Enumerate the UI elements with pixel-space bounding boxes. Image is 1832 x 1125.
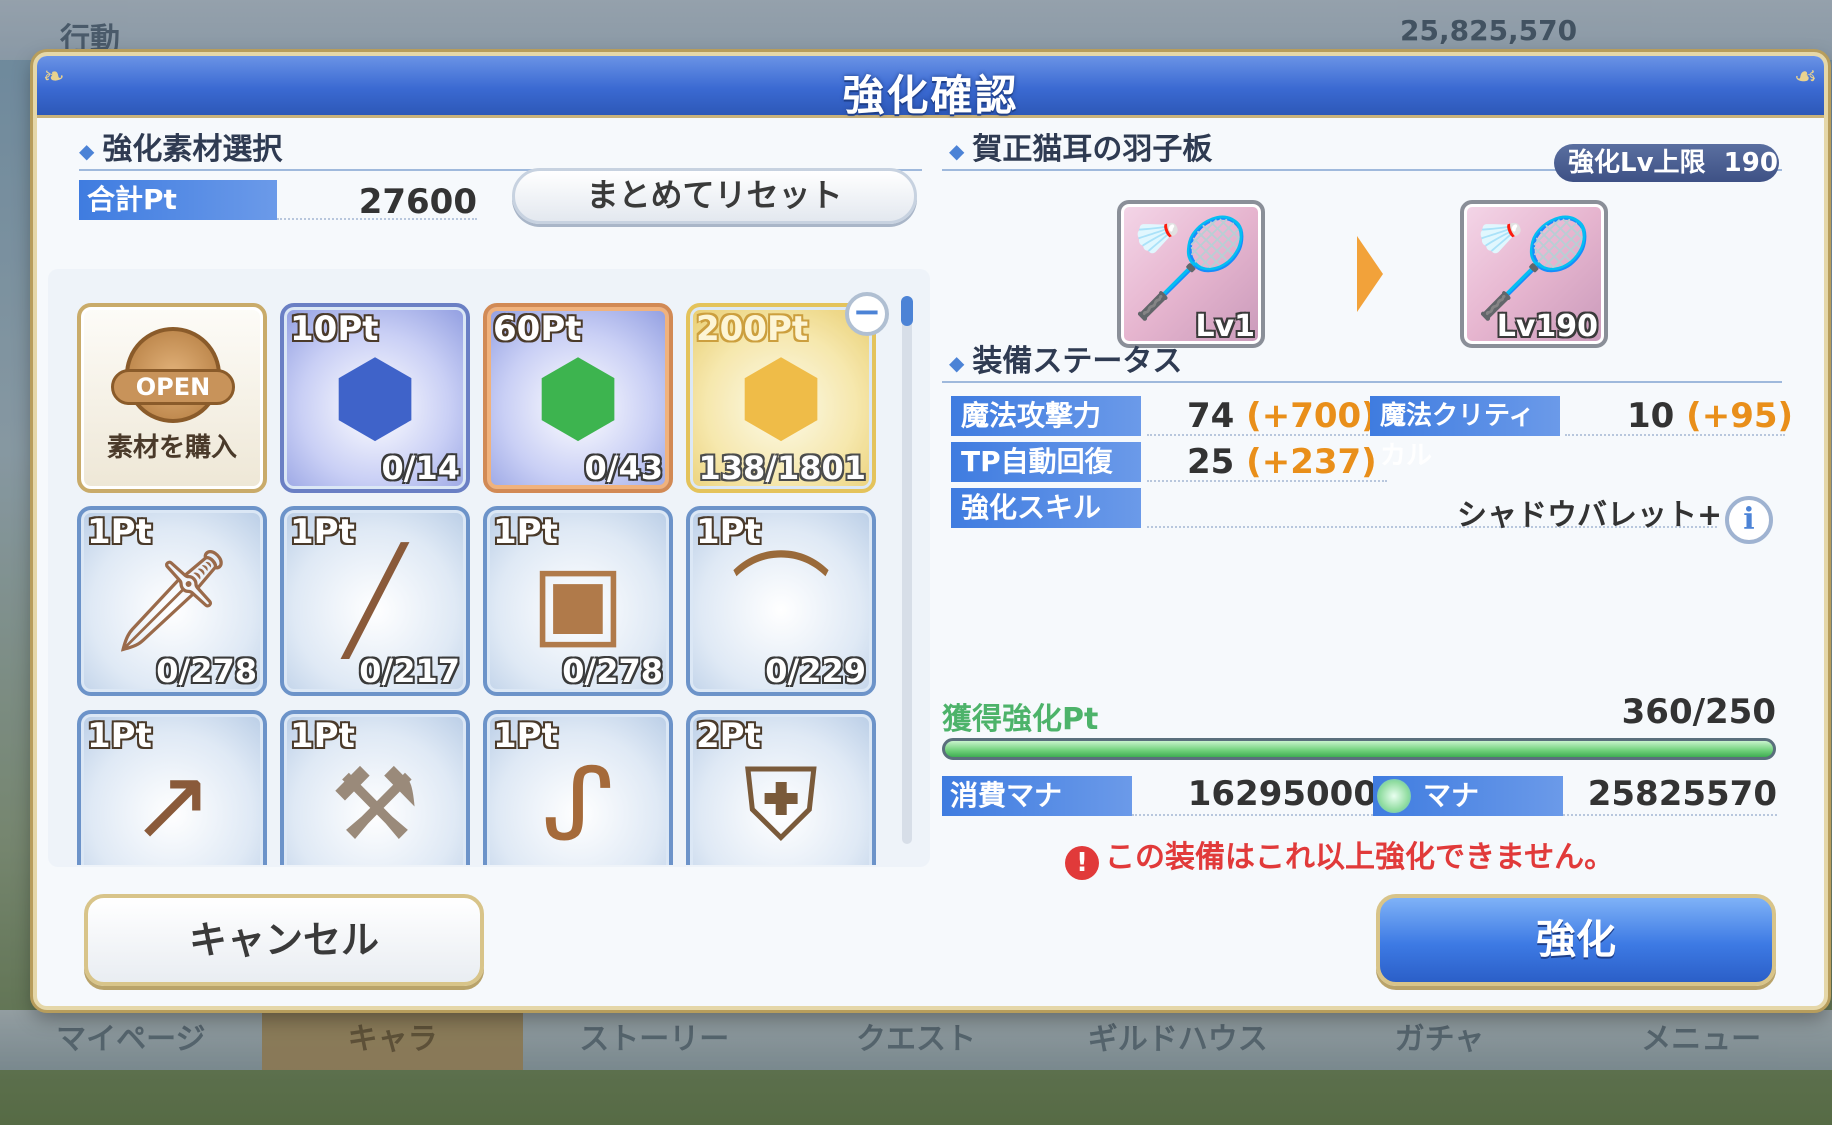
- diamond-bullet-icon: ◆: [949, 350, 965, 375]
- mana-dots: [1132, 814, 1377, 816]
- green-gem-icon: ⬢: [534, 339, 622, 456]
- material-row-clip: ↗ 1Pt ⚒ 1Pt ᔑ 1Pt ⛨ 2Pt: [77, 710, 887, 865]
- enhance-confirm-dialog: ❧ 強化確認 ☙ ◆ 強化素材選択 合計Pt 27600 まとめてリセット OPE…: [33, 52, 1828, 1010]
- magic-critical-value: 10 (+95): [1627, 396, 1794, 436]
- equipment-before-level: Lv1: [1195, 309, 1255, 344]
- material-pt: 1Pt: [87, 512, 152, 552]
- material-item[interactable]: ⚒ 1Pt: [280, 710, 470, 865]
- material-item[interactable]: ⬢ 10Pt 0/14: [280, 303, 470, 493]
- material-count: 138/1801: [698, 449, 866, 487]
- material-item[interactable]: ⛨ 2Pt: [686, 710, 876, 865]
- magic-attack-value: 74 (+700): [1187, 396, 1377, 436]
- mana-orb-icon: [1377, 779, 1411, 813]
- material-pt: 1Pt: [493, 512, 558, 552]
- material-pt: 2Pt: [696, 716, 761, 756]
- material-item[interactable]: ↗ 1Pt: [77, 710, 267, 865]
- mana-have-label: マナ: [1373, 776, 1563, 816]
- material-item[interactable]: ᔑ 1Pt: [483, 710, 673, 865]
- total-pt-label: 合計Pt: [79, 180, 277, 220]
- sword-icon: 🗡: [108, 542, 236, 659]
- material-count: 0/229: [765, 652, 866, 690]
- gain-pt-value: 360/250: [1621, 692, 1776, 732]
- material-pt: 1Pt: [290, 716, 355, 756]
- material-item[interactable]: ╱ 1Pt 0/217: [280, 506, 470, 696]
- material-scroll-thumb[interactable]: [901, 296, 913, 326]
- material-pt: 10Pt: [290, 309, 379, 349]
- spear-icon: ↗: [130, 746, 214, 863]
- blue-gem-icon: ⬢: [331, 339, 419, 456]
- axe-icon: ⚒: [330, 746, 420, 863]
- alert-icon: !: [1065, 846, 1099, 880]
- tp-regen-label: TP自動回復: [951, 442, 1141, 482]
- status-title: ◆ 装備ステータス: [949, 344, 1183, 379]
- gold-gem-icon: ⬢: [737, 339, 825, 456]
- skill-info-button[interactable]: i: [1725, 496, 1773, 544]
- dagger-icon: ╱: [344, 542, 406, 659]
- mana-have-value: 25825570: [1587, 774, 1777, 814]
- limit-badge: 強化Lv上限 190: [1554, 144, 1779, 182]
- material-scrollbar[interactable]: [902, 296, 912, 844]
- bow-icon: ⌒: [731, 542, 831, 659]
- material-count: 0/278: [156, 652, 257, 690]
- gain-progress-fill: [945, 741, 1773, 757]
- material-item[interactable]: 🗡 1Pt 0/278: [77, 506, 267, 696]
- remove-material-button[interactable]: −: [845, 292, 889, 336]
- dialog-header: ❧ 強化確認 ☙: [37, 56, 1824, 120]
- material-count: 0/217: [359, 652, 460, 690]
- diamond-bullet-icon: ◆: [79, 138, 95, 163]
- equipment-after: 🏸 Lv190: [1460, 200, 1608, 348]
- gain-pt-label: 獲得強化Pt: [942, 702, 1099, 737]
- staff-icon: ᔑ: [542, 746, 614, 863]
- reset-all-button[interactable]: まとめてリセット: [512, 168, 917, 224]
- material-item[interactable]: ⬢ 200Pt 138/1801: [686, 303, 876, 493]
- equipment-after-level: Lv190: [1496, 309, 1598, 344]
- material-pt: 1Pt: [290, 512, 355, 552]
- buy-material-button[interactable]: OPEN 素材を購入: [77, 303, 267, 493]
- material-item[interactable]: ⌒ 1Pt 0/229: [686, 506, 876, 696]
- material-count: 0/278: [562, 652, 663, 690]
- shop-label: 素材を購入: [106, 433, 237, 463]
- material-pt: 60Pt: [493, 309, 582, 349]
- shop-open-label: OPEN: [111, 369, 235, 405]
- armor-icon: ⛨: [743, 746, 819, 863]
- limit-value: 190: [1723, 148, 1778, 178]
- material-pt: 1Pt: [493, 716, 558, 756]
- equipment-name: ◆ 賀正猫耳の羽子板: [949, 132, 1213, 167]
- mana-cost-label: 消費マナ: [942, 776, 1132, 816]
- dialog-title: 強化確認: [842, 71, 1019, 120]
- magic-attack-label: 魔法攻撃力: [951, 396, 1141, 436]
- diamond-bullet-icon: ◆: [949, 138, 965, 163]
- total-pt-value: 27600: [358, 182, 477, 222]
- material-pt: 1Pt: [87, 716, 152, 756]
- material-item[interactable]: ▣ 1Pt 0/278: [483, 506, 673, 696]
- tp-regen-value: 25 (+237): [1187, 442, 1377, 482]
- material-pt: 1Pt: [696, 512, 761, 552]
- magic-critical-label: 魔法クリティカル: [1370, 396, 1560, 471]
- skill-label: 強化スキル: [951, 488, 1141, 528]
- material-section-title: ◆ 強化素材選択: [79, 132, 283, 167]
- chest-icon: ▣: [530, 542, 626, 659]
- equipment-before: 🏸 Lv1: [1117, 200, 1265, 348]
- skill-name: シャドウバレット+: [1457, 498, 1723, 533]
- ornament-right-icon: ☙: [1794, 62, 1818, 92]
- max-level-warning: ! この装備はこれ以上強化できません。: [1065, 832, 1614, 880]
- mana-cost-value: 16295000: [1187, 774, 1377, 814]
- status-divider: [942, 381, 1782, 383]
- cancel-button[interactable]: キャンセル: [84, 894, 484, 986]
- material-count: 0/14: [381, 449, 460, 487]
- material-count: 0/43: [584, 449, 663, 487]
- mana-dots: [1563, 814, 1777, 816]
- enhance-button[interactable]: 強化: [1376, 894, 1776, 986]
- arrow-right-icon: [1357, 236, 1383, 312]
- material-item[interactable]: ⬢ 60Pt 0/43: [483, 303, 673, 493]
- material-pt: 200Pt: [696, 309, 809, 349]
